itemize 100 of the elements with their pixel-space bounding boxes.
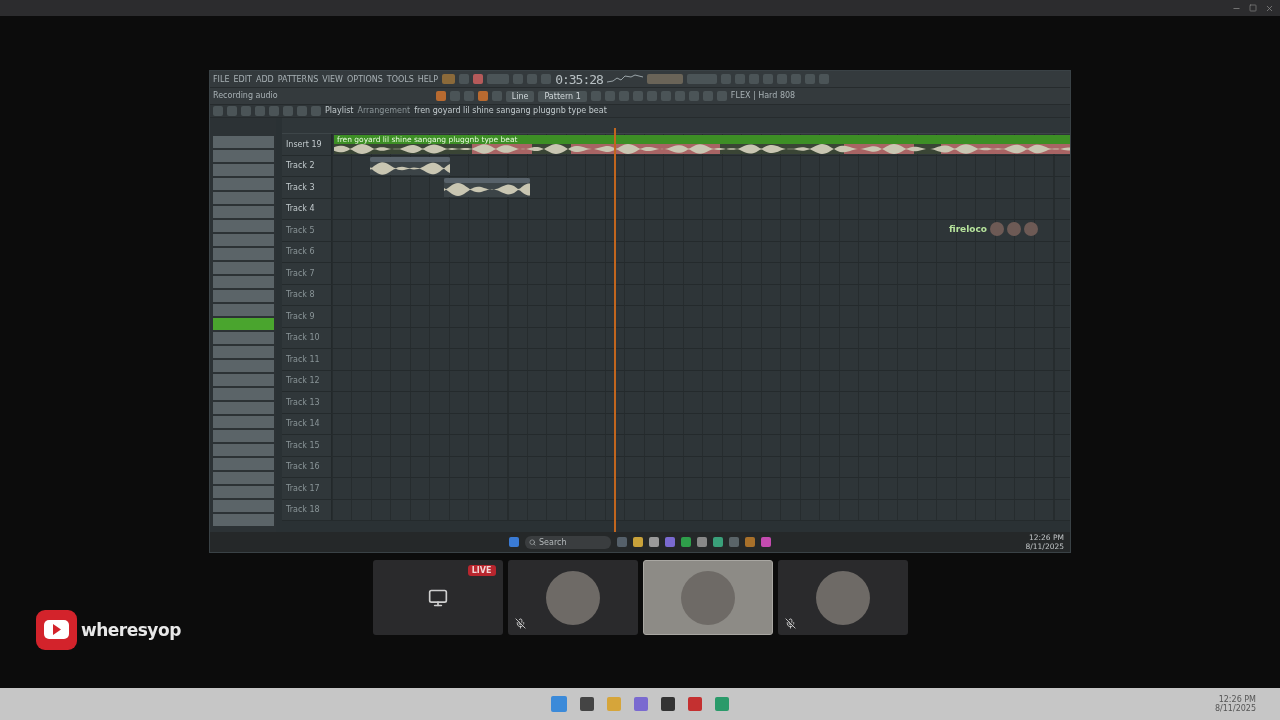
browser-item[interactable] [213, 472, 274, 484]
track-name[interactable]: Track 14 [282, 413, 332, 434]
start-icon[interactable] [509, 537, 519, 547]
menu-item[interactable]: ADD [255, 74, 274, 84]
toolbar-button[interactable] [618, 91, 629, 101]
pattern-selector[interactable]: Pattern 1 [538, 90, 587, 102]
track-name[interactable]: Track 5 [282, 220, 332, 241]
toolbar-button[interactable] [435, 91, 446, 101]
track-name[interactable]: Insert 19 [282, 134, 332, 155]
track-name[interactable]: Track 6 [282, 241, 332, 262]
browser-item[interactable] [213, 430, 274, 442]
browser-item[interactable] [213, 136, 274, 148]
toolbar-button[interactable] [804, 74, 815, 84]
browser-item[interactable] [213, 262, 274, 274]
menu-item[interactable]: FILE [213, 74, 230, 84]
track-name[interactable]: Track 4 [282, 198, 332, 219]
toolbar-button[interactable] [776, 74, 787, 84]
browser-item[interactable] [213, 248, 274, 260]
toolbar-button[interactable] [487, 74, 510, 84]
menu-item[interactable]: VIEW [322, 74, 344, 84]
toolbar-button[interactable] [646, 74, 683, 84]
track-name[interactable]: Track 17 [282, 478, 332, 499]
track-name[interactable]: Track 16 [282, 456, 332, 477]
toolbar-button[interactable] [513, 74, 524, 84]
track-name[interactable]: Track 10 [282, 327, 332, 348]
snap-dropdown[interactable]: Line [505, 90, 535, 102]
browser-item[interactable] [213, 276, 274, 288]
audio-clip[interactable] [370, 156, 450, 175]
taskbar-app-icon[interactable] [580, 697, 594, 711]
participant-tile[interactable]: LIVE [372, 560, 503, 635]
toolbar-button[interactable] [541, 74, 552, 84]
participant-tile[interactable] [507, 560, 638, 635]
browser-item[interactable] [213, 290, 274, 302]
toolbar-button[interactable] [748, 74, 759, 84]
browser-item[interactable] [213, 206, 274, 218]
audio-clip[interactable] [444, 178, 530, 197]
browser-item[interactable] [213, 416, 274, 428]
search-field[interactable]: Search [525, 535, 611, 549]
browser-item[interactable] [213, 164, 274, 176]
toolbar-button[interactable] [473, 74, 484, 84]
toolbar-button[interactable] [734, 74, 745, 84]
track-name[interactable]: Track 3 [282, 177, 332, 198]
browser-item[interactable] [213, 192, 274, 204]
browser-item[interactable] [213, 346, 274, 358]
maximize-icon[interactable] [1249, 4, 1257, 12]
browser-item[interactable] [213, 220, 274, 232]
track-name[interactable]: Track 7 [282, 263, 332, 284]
toolbar-button[interactable] [818, 74, 829, 84]
participant-tile[interactable] [777, 560, 908, 635]
toolbar-button[interactable] [527, 74, 538, 84]
browser-item[interactable] [213, 178, 274, 190]
browser-item[interactable] [213, 332, 274, 344]
browser-item[interactable] [213, 500, 274, 512]
toolbar-button[interactable] [790, 74, 801, 84]
taskbar-app-icon[interactable] [661, 697, 675, 711]
toolbar-button[interactable] [590, 91, 601, 101]
toolbar-button[interactable] [459, 74, 470, 84]
browser-item[interactable] [213, 318, 274, 330]
toolbar-button[interactable] [463, 91, 474, 101]
track-name[interactable]: Track 18 [282, 499, 332, 520]
menu-item[interactable]: EDIT [233, 74, 252, 84]
menu-item[interactable]: TOOLS [386, 74, 414, 84]
track-name[interactable]: Track 2 [282, 155, 332, 176]
track-name[interactable]: Track 11 [282, 349, 332, 370]
browser-item[interactable] [213, 234, 274, 246]
browser-item[interactable] [213, 458, 274, 470]
browser-item[interactable] [213, 444, 274, 456]
toolbar-button[interactable] [702, 91, 713, 101]
browser-item[interactable] [213, 360, 274, 372]
toolbar-button[interactable] [604, 91, 615, 101]
track-name[interactable]: Track 13 [282, 392, 332, 413]
toolbar-button[interactable] [686, 74, 717, 84]
toolbar-button[interactable] [442, 74, 456, 84]
toolbar-button[interactable] [477, 91, 488, 101]
track-name[interactable]: Track 9 [282, 306, 332, 327]
browser-item[interactable] [213, 514, 274, 526]
toolbar-button[interactable] [716, 91, 727, 101]
menu-item[interactable]: HELP [417, 74, 439, 84]
toolbar-button[interactable] [449, 91, 460, 101]
toolbar-button[interactable] [632, 91, 643, 101]
menu-item[interactable]: PATTERNS [277, 74, 319, 84]
toolbar-button[interactable] [720, 74, 731, 84]
toolbar-button[interactable] [688, 91, 699, 101]
toolbar-button[interactable] [674, 91, 685, 101]
track-name[interactable]: Track 12 [282, 370, 332, 391]
browser-item[interactable] [213, 374, 274, 386]
menu-item[interactable]: OPTIONS [347, 74, 383, 84]
toolbar-button[interactable] [660, 91, 671, 101]
participant-tile[interactable] [642, 560, 773, 635]
browser-item[interactable] [213, 150, 274, 162]
browser-item[interactable] [213, 304, 274, 316]
toolbar-button[interactable] [491, 91, 502, 101]
track-name[interactable]: Track 8 [282, 284, 332, 305]
toolbar-button[interactable] [646, 91, 657, 101]
browser-item[interactable] [213, 402, 274, 414]
close-icon[interactable] [1265, 3, 1274, 13]
start-icon[interactable] [551, 696, 567, 712]
track-name[interactable]: Track 15 [282, 435, 332, 456]
toolbar-button[interactable] [762, 74, 773, 84]
browser-item[interactable] [213, 388, 274, 400]
